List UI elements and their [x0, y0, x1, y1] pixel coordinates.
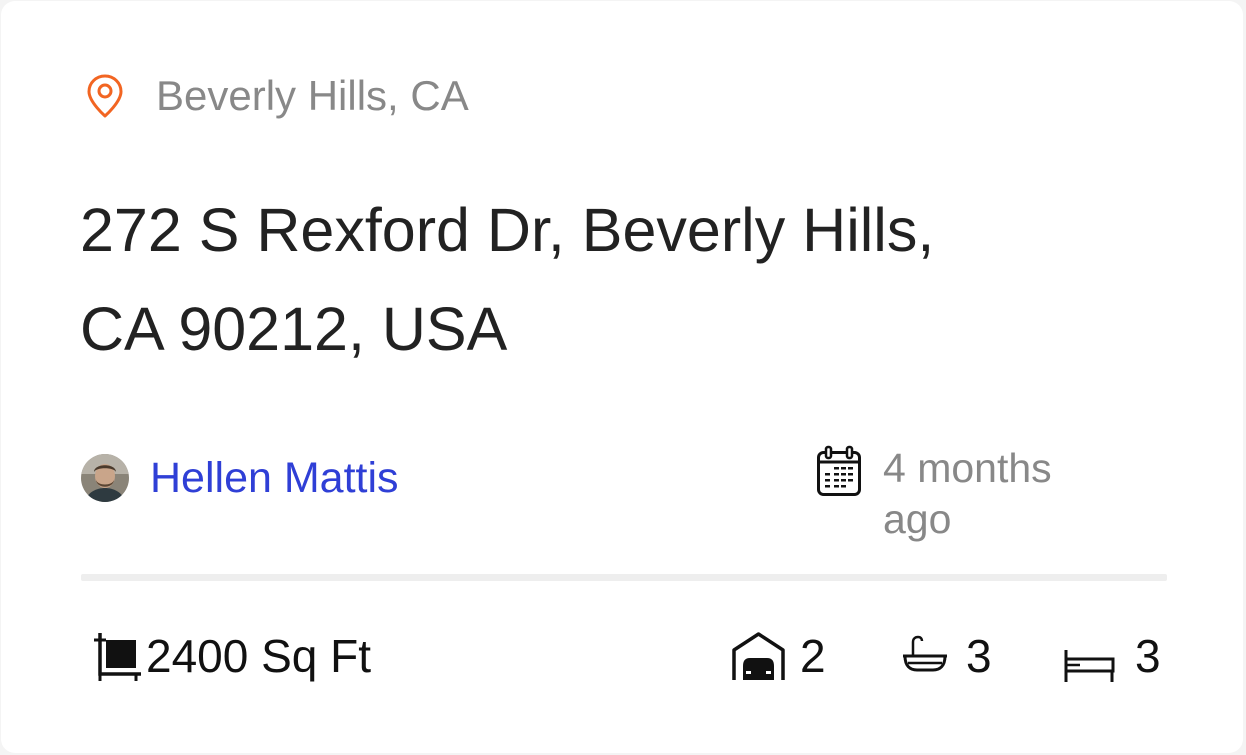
garage-icon — [732, 632, 785, 680]
bed-stat: 3 — [1063, 628, 1161, 684]
divider — [81, 574, 1167, 581]
bathtub-icon — [903, 635, 947, 672]
calendar-icon — [817, 445, 861, 496]
bath-count: 3 — [966, 630, 992, 682]
avatar[interactable] — [81, 454, 129, 502]
property-card: Beverly Hills, CA 272 S Rexford Dr, Beve… — [1, 1, 1243, 753]
bath-stat: 3 — [901, 628, 992, 684]
garage-count: 2 — [800, 630, 826, 682]
location-text: Beverly Hills, CA — [156, 72, 469, 119]
location-row: Beverly Hills, CA — [85, 73, 469, 119]
area-value: 2400 Sq Ft — [146, 630, 372, 682]
agent-name-link[interactable]: Hellen Mattis — [150, 453, 399, 503]
posted-date-text: 4 months ago — [883, 445, 1052, 542]
posted-date: 4 months ago — [816, 443, 1083, 545]
floor-area-icon — [94, 633, 141, 681]
property-address: 272 S Rexford Dr, Beverly Hills, CA 9021… — [80, 196, 935, 363]
bed-icon — [1064, 650, 1115, 682]
area-stat: 2400 Sq Ft — [91, 628, 371, 684]
agent-info: Hellen Mattis — [81, 453, 399, 503]
garage-stat: 2 — [731, 628, 826, 684]
map-pin-icon — [87, 74, 123, 118]
bed-count: 3 — [1135, 630, 1161, 682]
